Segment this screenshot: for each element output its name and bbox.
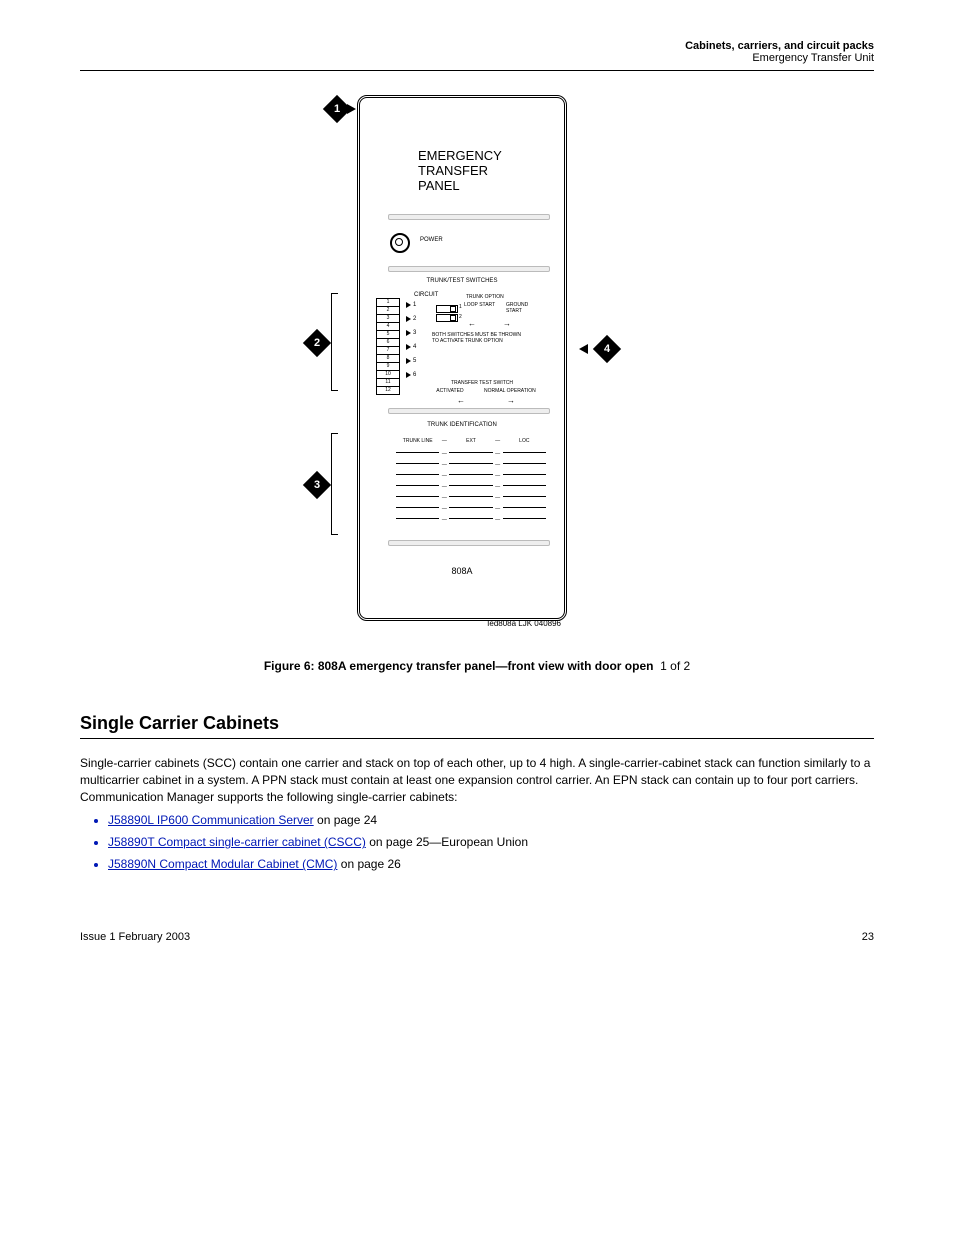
panel-title: EMERGENCY TRANSFER PANEL <box>418 148 538 193</box>
separator <box>388 214 550 220</box>
scc-rule <box>80 738 874 739</box>
scc-link-item: J58890T Compact single-carrier cabinet (… <box>108 835 874 849</box>
terminal-row: 12 <box>376 386 400 395</box>
trunk-id-label: TRUNK IDENTIFICATION <box>360 422 564 428</box>
brace-3 <box>331 433 338 535</box>
scc-paragraph: Single-carrier cabinets (SCC) contain on… <box>80 755 874 805</box>
arrow-left-icon: ← <box>457 396 465 405</box>
footer-left: Issue 1 February 2003 <box>80 931 190 943</box>
scc-link-item: J58890L IP600 Communication Server on pa… <box>108 813 874 827</box>
power-label: POWER <box>420 237 443 243</box>
trunk-id-headers: TRUNK LINE — EXT — LOC <box>396 438 546 444</box>
model-label: 808A <box>360 566 564 576</box>
scc-link-item: J58890N Compact Modular Cabinet (CMC) on… <box>108 857 874 871</box>
panel-outer: EMERGENCY TRANSFER PANEL POWER TRUNK/TES… <box>357 95 567 621</box>
circuit-numbers: 1 2 3 4 5 6 <box>406 298 416 382</box>
callout-2: 2 <box>303 329 331 357</box>
arrow-right-icon: → <box>507 396 515 405</box>
callout-4: 4 <box>593 335 621 363</box>
image-id: Ied808a LJK 040896 <box>327 619 561 628</box>
footer-right: 23 <box>862 931 874 943</box>
transfer-test-label: TRANSFER TEST SWITCH <box>422 380 542 386</box>
scc-link[interactable]: J58890N Compact Modular Cabinet (CMC) <box>108 857 337 871</box>
separator <box>388 266 550 272</box>
power-led-icon <box>390 233 410 253</box>
page-header: Cabinets, carriers, and circuit packs Em… <box>80 40 874 64</box>
dip-switch-1 <box>436 305 458 313</box>
callout-4-arrow <box>579 344 588 354</box>
page-footer: Issue 1 February 2003 23 <box>80 931 874 943</box>
separator <box>388 540 550 546</box>
header-section: Cabinets, carriers, and circuit packs <box>685 40 874 52</box>
diagram: 1 2 3 4 EMERGENCY TRANSFER PANEL POWER <box>327 95 627 635</box>
both-switches-note: BOTH SWITCHES MUST BE THROWN TO ACTIVATE… <box>432 332 522 344</box>
trunk-switches-label: TRUNK/TEST SWITCHES <box>360 278 564 284</box>
circuit-label: CIRCUIT <box>414 292 438 298</box>
header-subsection: Emergency Transfer Unit <box>752 52 874 64</box>
separator <box>388 408 550 414</box>
callout-1-arrow <box>347 104 356 114</box>
dip-1-num: 1 <box>459 304 462 310</box>
loop-arrow-icon: ← <box>468 319 476 328</box>
trunk-id-lines: —— —— —— —— —— —— —— <box>396 452 546 529</box>
scc-link-list: J58890L IP600 Communication Server on pa… <box>108 813 874 871</box>
figure-caption: Figure 6: 808A emergency transfer panel—… <box>80 659 874 673</box>
transfer-test-options: ACTIVATED NORMAL OPERATION <box>426 388 546 394</box>
loop-ground-labels: LOOP START GROUND START <box>464 302 544 314</box>
brace-2 <box>331 293 338 391</box>
terminal-block: 1 2 3 4 5 6 7 8 9 10 11 12 <box>376 298 400 394</box>
dip-2-num: 2 <box>459 314 462 320</box>
callout-3: 3 <box>303 471 331 499</box>
dip-switch-2 <box>436 314 458 322</box>
figure-wrap: 1 2 3 4 EMERGENCY TRANSFER PANEL POWER <box>80 95 874 635</box>
trunk-option-label: TRUNK OPTION <box>466 294 504 300</box>
scc-title: Single Carrier Cabinets <box>80 713 874 734</box>
header-rule <box>80 70 874 71</box>
transfer-test-arrows: ← → <box>436 396 536 405</box>
ground-arrow-icon: → <box>503 319 511 328</box>
scc-link[interactable]: J58890T Compact single-carrier cabinet (… <box>108 835 366 849</box>
scc-link[interactable]: J58890L IP600 Communication Server <box>108 813 314 827</box>
